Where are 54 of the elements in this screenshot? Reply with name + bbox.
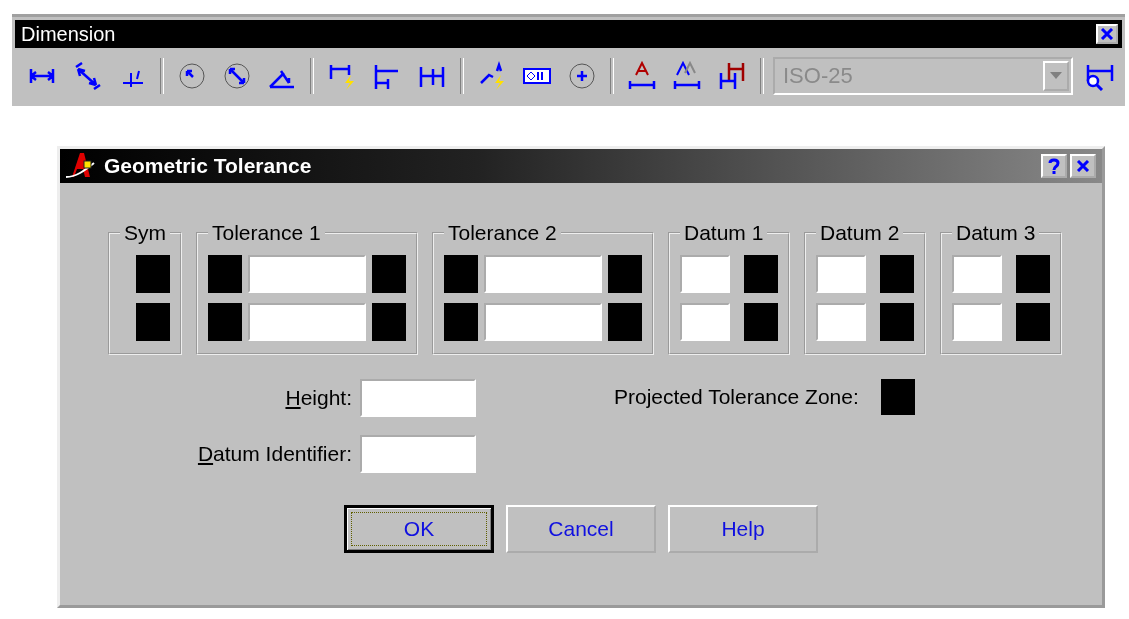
symbol-swatch[interactable] [744, 255, 778, 293]
radius-icon [177, 61, 207, 91]
frame-label: Sym [123, 221, 167, 245]
frame-label: Tolerance 1 [211, 221, 322, 245]
symbol-swatch[interactable] [880, 303, 914, 341]
center-mark-icon [567, 61, 597, 91]
help-button[interactable] [1041, 154, 1067, 178]
symbol-swatch[interactable] [208, 303, 242, 341]
symbol-swatch[interactable] [208, 255, 242, 293]
symbol-swatch[interactable] [136, 303, 170, 341]
symbol-swatch[interactable] [136, 255, 170, 293]
input-field[interactable] [360, 435, 476, 473]
symbol-swatch[interactable] [1016, 255, 1050, 293]
toolbar-title: Dimension [21, 22, 116, 46]
input-field[interactable] [816, 255, 866, 293]
field-label: Projected Tolerance Zone: [614, 385, 859, 409]
dimension-text-icon [672, 61, 702, 91]
frame-label: Datum 1 [683, 221, 765, 245]
close-button[interactable] [1096, 24, 1118, 44]
question-mark-icon [1048, 158, 1060, 174]
frame-label: Datum 3 [955, 221, 1037, 245]
close-icon [1100, 28, 1114, 40]
diameter-icon [222, 61, 252, 91]
field-label: Height: [284, 386, 352, 410]
close-button[interactable] [1070, 154, 1096, 178]
symbol-swatch[interactable] [372, 303, 406, 341]
symbol-swatch[interactable] [372, 255, 406, 293]
input-field[interactable] [680, 255, 730, 293]
symbol-swatch[interactable] [1016, 303, 1050, 341]
input-field[interactable] [248, 303, 366, 341]
symbol-swatch[interactable] [880, 255, 914, 293]
input-field[interactable] [248, 255, 366, 293]
frame-label: Tolerance 2 [447, 221, 558, 245]
dialog-title: Geometric Tolerance [104, 154, 313, 178]
dialog-button[interactable]: Help [668, 505, 818, 553]
input-field[interactable] [816, 303, 866, 341]
input-field[interactable] [360, 379, 476, 417]
field-label: Datum Identifier: [196, 442, 352, 466]
symbol-swatch[interactable] [744, 303, 778, 341]
input-field[interactable] [484, 303, 602, 341]
dialog-button[interactable]: Cancel [506, 505, 656, 553]
frame-label: Datum 2 [819, 221, 901, 245]
input-field[interactable] [680, 303, 730, 341]
input-field[interactable] [952, 255, 1002, 293]
symbol-swatch[interactable] [444, 303, 478, 341]
input-field[interactable] [484, 255, 602, 293]
symbol-swatch[interactable] [608, 255, 642, 293]
close-icon [1076, 160, 1090, 172]
symbol-swatch[interactable] [444, 255, 478, 293]
symbol-swatch[interactable] [608, 303, 642, 341]
dimension-text-icon [627, 61, 657, 91]
input-field[interactable] [952, 303, 1002, 341]
projected-zone-swatch[interactable] [880, 379, 915, 415]
dialog-button[interactable]: OK [344, 505, 494, 553]
